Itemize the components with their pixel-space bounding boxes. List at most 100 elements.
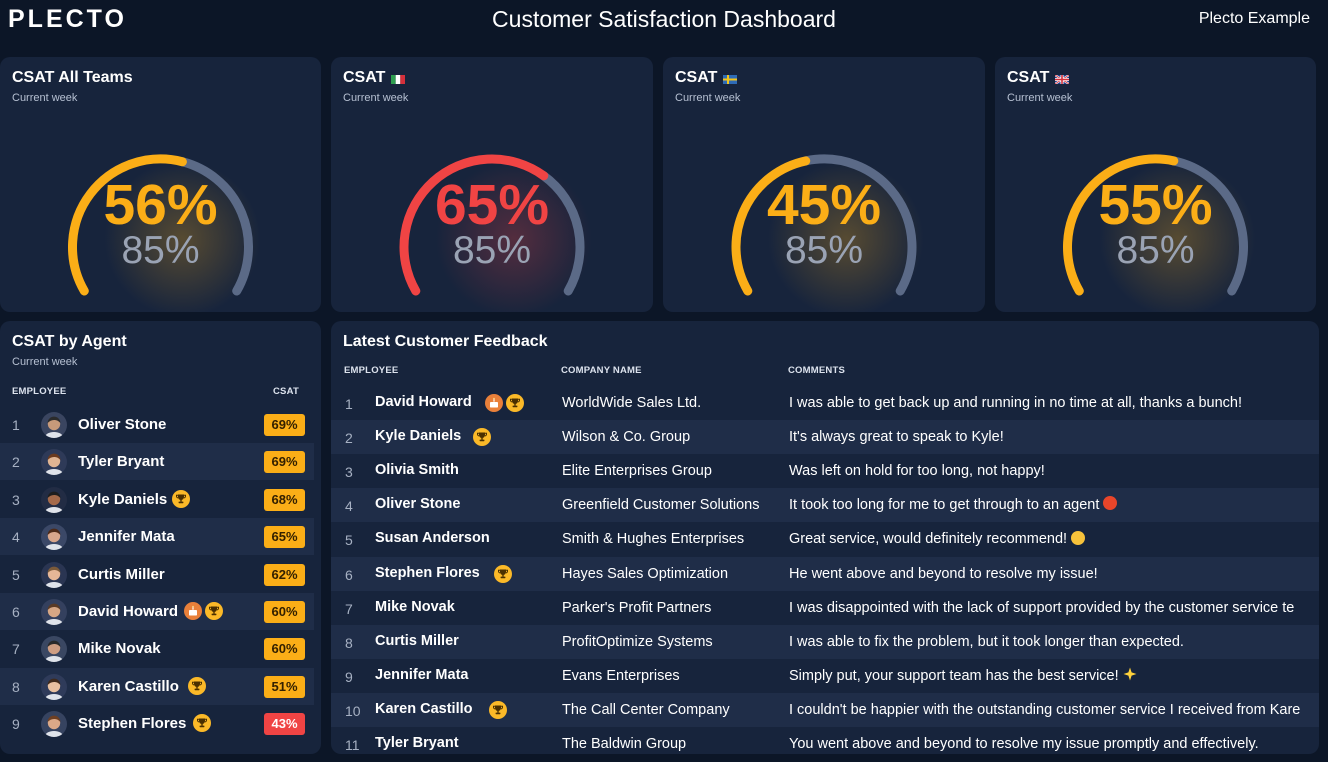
gauge-target: 85%	[121, 229, 200, 272]
feedback-row-number: 8	[345, 634, 353, 651]
agent-row[interactable]: 7 Mike Novak 60%	[0, 630, 314, 667]
feedback-row[interactable]: 6 Stephen Flores Hayes Sales Optimization H…	[331, 556, 1319, 591]
csat-badge: 51%	[264, 675, 305, 698]
trophy-icon	[188, 676, 206, 695]
sweden-flag	[723, 71, 738, 85]
agent-rank: 6	[12, 604, 20, 620]
feedback-employee-badges	[489, 700, 510, 721]
agent-row[interactable]: 3 Kyle Daniels 68%	[0, 481, 314, 518]
feedback-row-number: 11	[345, 737, 360, 753]
feedback-comment-text: I couldn't be happier with the outstandi…	[789, 701, 1301, 718]
employee-column-header: EMPLOYEE	[12, 386, 67, 397]
feedback-comment: It's always great to speak to Kyle!	[789, 429, 1004, 445]
csat-badge: 69%	[264, 414, 305, 436]
agent-name: David Howard	[78, 603, 179, 620]
avatar	[41, 449, 67, 476]
feedback-row[interactable]: 7 Mike Novak Parker's Profit Partners I was…	[331, 591, 1319, 625]
agent-name: Stephen Flores	[78, 715, 187, 733]
feedback-company-name: Hayes Sales Optimization	[562, 565, 729, 582]
trophy-icon	[506, 394, 524, 412]
cake-icon	[485, 394, 503, 412]
csat-badge: 69%	[264, 451, 305, 474]
gauge-card-all-teams[interactable]: CSAT All Teams Current week 56% 85%	[0, 57, 321, 312]
feedback-comment: I couldn't be happier with the outstandi…	[789, 702, 1300, 718]
gauge-title-text: CSAT	[1007, 69, 1050, 86]
csat-badge: 60%	[264, 638, 305, 661]
feedback-comment: It took too long for me to get through t…	[789, 496, 1118, 514]
feedback-row[interactable]: 11 Tyler Bryant The Baldwin Group You went …	[331, 727, 1319, 754]
gauge-title: CSAT	[675, 69, 738, 87]
agent-row[interactable]: 9 Stephen Flores 43%	[0, 705, 314, 742]
csat-by-agent-card[interactable]: CSAT by Agent Current week EMPLOYEE CSAT…	[0, 321, 321, 754]
feedback-employee-name: David Howard	[375, 394, 472, 410]
feedback-comment-text: I was able to fix the problem, but it to…	[789, 633, 1184, 650]
agent-rank: 5	[12, 566, 20, 583]
agent-row[interactable]: 6 David Howard 60%	[0, 593, 314, 630]
agent-row[interactable]: 5 Curtis Miller 62%	[0, 556, 314, 593]
gauge-card-uk[interactable]: CSAT Current week 55% 85%	[995, 57, 1316, 312]
latest-feedback-card[interactable]: Latest Customer Feedback EMPLOYEE COMPAN…	[331, 321, 1319, 754]
gauge-title-text: CSAT All Teams	[12, 69, 133, 86]
agent-row[interactable]: 8 Karen Castillo 51%	[0, 667, 314, 705]
feedback-row[interactable]: 4 Oliver Stone Greenfield Customer Solutio…	[331, 488, 1319, 523]
feedback-comment-text: Simply put, your support team has the be…	[789, 667, 1119, 684]
avatar	[41, 673, 67, 700]
agent-badges	[172, 489, 193, 510]
agent-badges	[184, 602, 226, 622]
agent-name: Oliver Stone	[78, 416, 167, 433]
feedback-row-number: 3	[345, 464, 353, 481]
feedback-employee-name: Olivia Smith	[375, 462, 459, 479]
dashboard-page: PLECTO Customer Satisfaction Dashboard P…	[0, 0, 1328, 762]
feedback-comment-text: It took too long for me to get through t…	[789, 497, 1100, 514]
agent-row[interactable]: 2 Tyler Bryant 69%	[0, 443, 314, 481]
cake-icon	[184, 602, 202, 620]
uk-flag	[1054, 71, 1070, 86]
feedback-row[interactable]: 5 Susan Anderson Smith & Hughes Enterprise…	[331, 522, 1319, 556]
feedback-comment-text: Was left on hold for too long, not happy…	[789, 463, 1045, 480]
avatar	[41, 561, 67, 588]
feedback-row[interactable]: 2 Kyle Daniels Wilson & Co. Group It's alwa…	[331, 420, 1319, 455]
gauge-target: 85%	[784, 229, 864, 272]
gauge-target: 85%	[1116, 229, 1195, 272]
feedback-row[interactable]: 9 Jennifer Mata Evans Enterprises Simply pu…	[331, 659, 1319, 693]
feedback-row-number: 7	[345, 600, 353, 617]
trophy-icon	[172, 489, 190, 508]
agent-badges	[193, 714, 214, 734]
avatar	[41, 412, 67, 438]
feedback-row[interactable]: 3 Olivia Smith Elite Enterprises Group Was …	[331, 454, 1319, 488]
agent-name: Karen Castillo	[78, 677, 179, 695]
feedback-row[interactable]: 8 Curtis Miller ProfitOptimize Systems I wa…	[331, 624, 1319, 659]
feedback-comment-text: He went above and beyond to resolve my i…	[789, 565, 1098, 582]
feedback-comment-text: I was disappointed with the lack of supp…	[789, 599, 1295, 616]
feedback-employee-name: Kyle Daniels	[375, 428, 462, 445]
gauge-subtitle: Current week	[12, 92, 78, 104]
feedback-company-name: The Baldwin Group	[562, 736, 687, 752]
agent-badges	[188, 676, 209, 697]
gauge-subtitle: Current week	[675, 92, 741, 104]
agent-row[interactable]: 1 Oliver Stone 69%	[0, 406, 314, 443]
agent-name: Curtis Miller	[78, 565, 165, 583]
gauge-title: CSAT	[1007, 69, 1070, 87]
gauge-card-sweden[interactable]: CSAT Current week 45% 85%	[663, 57, 985, 312]
csat-badge: 65%	[264, 526, 305, 549]
avatar	[41, 486, 67, 513]
feedback-comment: I was disappointed with the lack of supp…	[789, 600, 1294, 616]
gauge-subtitle: Current week	[1007, 92, 1073, 104]
feedback-row[interactable]: 1 David Howard WorldWide Sales Ltd. I was a…	[331, 386, 1319, 420]
feedback-employee-column-header: EMPLOYEE	[344, 365, 399, 376]
csat-badge: 60%	[264, 601, 305, 623]
feedback-employee-name: Susan Anderson	[375, 530, 490, 547]
agent-rank: 4	[12, 529, 20, 546]
comments-column-header: COMMENTS	[788, 365, 846, 376]
gauge-card-italy[interactable]: CSAT Current week 65% 85%	[331, 57, 653, 312]
feedback-comment: I was able to get back up and running in…	[789, 395, 1242, 411]
avatar	[41, 599, 67, 625]
agent-row[interactable]: 4 Jennifer Mata 65%	[0, 518, 314, 556]
agent-rank: 9	[12, 716, 20, 733]
trophy-icon	[489, 700, 507, 719]
trophy-icon	[205, 602, 223, 620]
csat-badge: 43%	[264, 713, 305, 736]
feedback-comment-text: It's always great to speak to Kyle!	[789, 429, 1004, 446]
feedback-row[interactable]: 10 Karen Castillo The Call Center Company I…	[331, 692, 1319, 727]
avatar	[41, 636, 67, 663]
